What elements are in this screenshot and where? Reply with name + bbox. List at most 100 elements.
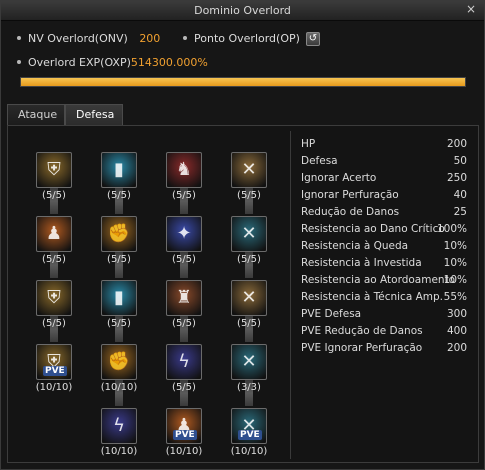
silhouette-pve-icon[interactable]: ♟ PVE: [166, 408, 202, 444]
skill-glyph: ✕: [241, 223, 257, 244]
attribute-row: Resistencia ao Dano Crítico 100%: [301, 223, 467, 239]
shield-emblem-icon[interactable]: ⛨: [36, 280, 72, 316]
skill-slot[interactable]: ✕ PVE (10/10): [224, 396, 274, 458]
skill-slot[interactable]: ✊ (10/10): [94, 332, 144, 394]
skill-glyph: ▮: [114, 287, 124, 308]
attribute-name: HP: [301, 138, 316, 150]
attribute-value: 400: [446, 325, 467, 337]
attribute-value: 10%: [443, 257, 467, 269]
lightning-mage-icon[interactable]: ϟ: [166, 344, 202, 380]
nv-label: NV Overlord(ONV): [28, 32, 128, 45]
armored-fist-icon[interactable]: ✊: [101, 344, 137, 380]
attribute-row: Resistencia à Investida 10%: [301, 257, 467, 273]
exp-value: 514300.000%: [130, 56, 208, 69]
skill-level-count: (5/5): [237, 318, 261, 329]
skill-level-count: (5/5): [237, 254, 261, 265]
skill-slot[interactable]: ⛨ (5/5): [29, 268, 79, 330]
attribute-value: 10%: [443, 274, 467, 286]
attribute-row: Resistencia à Técnica Amp. 55%: [301, 291, 467, 307]
skill-level-count: (10/10): [35, 382, 73, 393]
blue-crossed-swords-pve-icon[interactable]: ✕ PVE: [231, 408, 267, 444]
bullet-icon: [17, 60, 21, 64]
skill-slot[interactable]: ⛨ PVE (10/10): [29, 332, 79, 394]
attribute-value: 55%: [443, 291, 467, 303]
skill-level-count: (10/10): [230, 446, 268, 457]
crossed-swords-icon[interactable]: ✕: [231, 280, 267, 316]
attribute-value: 200: [446, 138, 467, 150]
skill-level-count: (5/5): [107, 318, 131, 329]
muscle-warrior-icon[interactable]: ♜: [166, 280, 202, 316]
skill-slot[interactable]: ♟ PVE (10/10): [159, 396, 209, 458]
attribute-value: 50: [453, 155, 467, 167]
mage-icon[interactable]: ✦: [166, 216, 202, 252]
attribute-value: 100%: [436, 223, 467, 235]
crossed-swords-icon[interactable]: ✕: [231, 152, 267, 188]
pve-badge: PVE: [43, 366, 67, 376]
attribute-name: Resistencia ao Dano Crítico: [301, 223, 445, 235]
skill-slot[interactable]: ▮ (5/5): [94, 268, 144, 330]
skill-slot[interactable]: ♞ (5/5): [159, 140, 209, 202]
skill-level-count: (5/5): [107, 254, 131, 265]
skill-glyph: ✕: [241, 351, 257, 372]
shield-emblem-pve-icon[interactable]: ⛨ PVE: [36, 344, 72, 380]
skill-slot[interactable]: ϟ (5/5): [159, 332, 209, 394]
attribute-row: Redução de Danos 25: [301, 206, 467, 222]
skill-slot[interactable]: ✕ (5/5): [224, 204, 274, 266]
blue-crossed-swords-icon[interactable]: ✕: [231, 344, 267, 380]
skill-slot[interactable]: ♟ (5/5): [29, 204, 79, 266]
exp-overlord-stat: Overlord EXP(OXP)514300.000%: [17, 56, 208, 69]
skill-slot[interactable]: ✊ (5/5): [94, 204, 144, 266]
attribute-name: PVE Ignorar Perfuração: [301, 342, 423, 354]
skill-level-count: (5/5): [42, 190, 66, 201]
attribute-value: 40: [453, 189, 467, 201]
attribute-name: Resistencia à Técnica Amp.: [301, 291, 444, 303]
red-potion-icon[interactable]: ▮: [101, 280, 137, 316]
skill-level-count: (5/5): [107, 190, 131, 201]
window-title: Dominio Overlord: [194, 4, 291, 17]
skill-glyph: ♜: [175, 287, 193, 308]
red-potion-icon[interactable]: ▮: [101, 152, 137, 188]
tab-label: Ataque: [18, 108, 58, 121]
tab-defesa[interactable]: Defesa: [65, 104, 123, 126]
skill-level-count: (5/5): [42, 318, 66, 329]
exp-progress-fill: [21, 78, 465, 86]
attribute-value: 10%: [443, 240, 467, 252]
attribute-value: 250: [446, 172, 467, 184]
close-icon[interactable]: ×: [464, 3, 478, 17]
skill-slot[interactable]: ▮ (5/5): [94, 140, 144, 202]
refresh-icon[interactable]: ↺: [306, 32, 320, 46]
attribute-value: 300: [446, 308, 467, 320]
attribute-name: Ignorar Acerto: [301, 172, 377, 184]
skill-glyph: ✕: [241, 159, 257, 180]
armored-fist-icon[interactable]: ✊: [101, 216, 137, 252]
skill-slot[interactable]: ♜ (5/5): [159, 268, 209, 330]
warrior-icon[interactable]: ♞: [166, 152, 202, 188]
attribute-name: PVE Defesa: [301, 308, 362, 320]
lightning-mage-icon[interactable]: ϟ: [101, 408, 137, 444]
skill-glyph: ✕: [241, 287, 257, 308]
attribute-row: HP 200: [301, 138, 467, 154]
skill-level-count: (5/5): [172, 318, 196, 329]
silhouette-icon[interactable]: ♟: [36, 216, 72, 252]
skill-glyph: ✊: [107, 351, 131, 372]
attribute-row: Ignorar Acerto 250: [301, 172, 467, 188]
blue-crossed-swords-icon[interactable]: ✕: [231, 216, 267, 252]
tab-ataque[interactable]: Ataque: [7, 104, 65, 126]
skill-slot[interactable]: ✕ (5/5): [224, 268, 274, 330]
skill-slot[interactable]: ⛨ (5/5): [29, 140, 79, 202]
skill-level-count: (5/5): [172, 382, 196, 393]
shield-emblem-icon[interactable]: ⛨: [36, 152, 72, 188]
skill-glyph: ♞: [175, 159, 193, 180]
skill-slot[interactable]: ✕ (5/5): [224, 140, 274, 202]
title-bar[interactable]: Dominio Overlord ×: [1, 1, 484, 21]
skill-slot[interactable]: ✦ (5/5): [159, 204, 209, 266]
attribute-row: Ignorar Perfuração 40: [301, 189, 467, 205]
attribute-name: Ignorar Perfuração: [301, 189, 399, 201]
skill-glyph: ✦: [176, 223, 192, 244]
skill-slot[interactable]: ✕ (3/3): [224, 332, 274, 394]
exp-label: Overlord EXP(OXP): [28, 56, 131, 69]
attribute-row: Defesa 50: [301, 155, 467, 171]
attribute-row: Resistencia à Queda 10%: [301, 240, 467, 256]
skill-slot[interactable]: ϟ (10/10): [94, 396, 144, 458]
skill-level-count: (10/10): [165, 446, 203, 457]
